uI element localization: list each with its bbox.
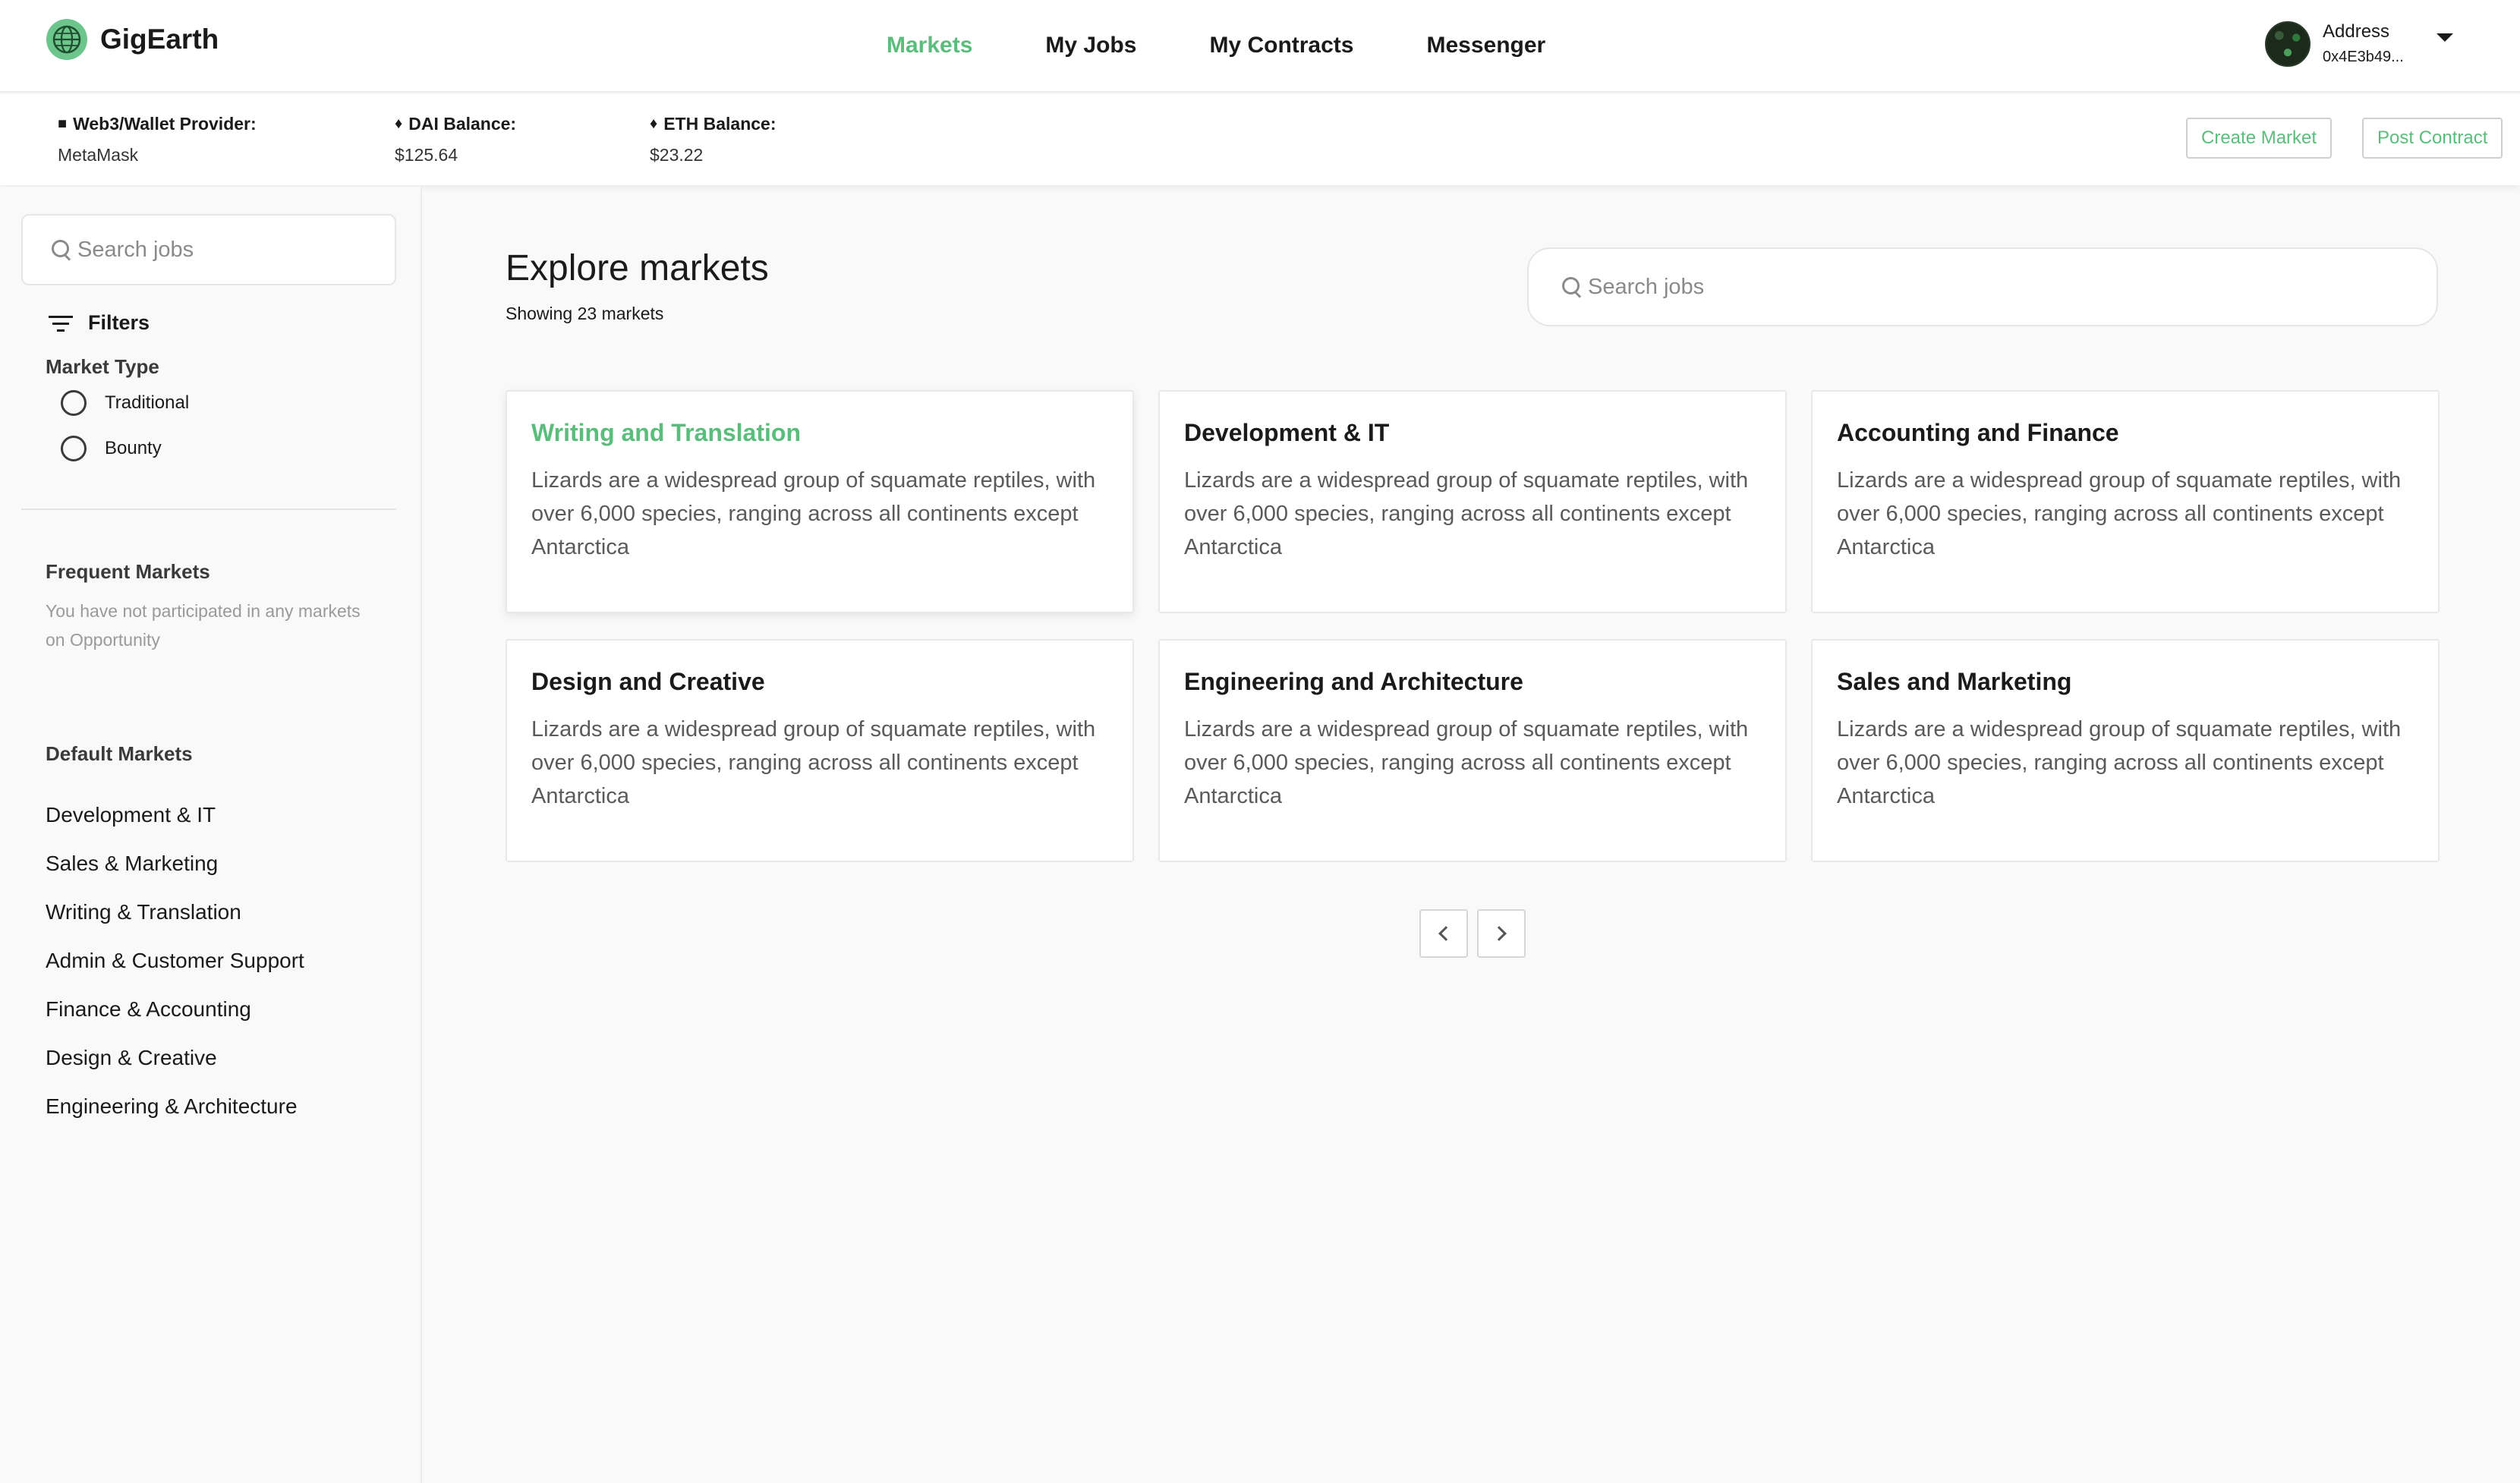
wallet-provider: ■ Web3/Wallet Provider: MetaMask bbox=[58, 114, 257, 165]
post-contract-button[interactable]: Post Contract bbox=[2362, 118, 2503, 159]
brand-name: GigEarth bbox=[100, 24, 219, 55]
default-market-item[interactable]: Finance & Accounting bbox=[46, 985, 304, 1034]
card-title: Accounting and Finance bbox=[1837, 419, 2119, 446]
card-title: Sales and Marketing bbox=[1837, 668, 2072, 695]
divider bbox=[21, 509, 396, 510]
filter-icon bbox=[49, 314, 73, 332]
ethereum-icon: ♦ bbox=[395, 115, 403, 132]
wallet-provider-value: MetaMask bbox=[58, 145, 139, 165]
default-market-item[interactable]: Sales & Marketing bbox=[46, 839, 304, 888]
top-header: GigEarth Markets My Jobs My Contracts Me… bbox=[0, 0, 2520, 93]
card-description: Lizards are a widespread group of squama… bbox=[531, 468, 1096, 559]
nav-my-contracts[interactable]: My Contracts bbox=[1209, 33, 1353, 58]
sidebar: Filters Market Type Traditional Bounty F… bbox=[0, 187, 422, 1483]
radio-circle-icon[interactable] bbox=[61, 436, 87, 461]
radio-bounty[interactable]: Bounty bbox=[61, 436, 162, 461]
ethereum-icon: ♦ bbox=[650, 115, 658, 132]
default-market-item[interactable]: Writing & Translation bbox=[46, 888, 304, 937]
main-search-input[interactable] bbox=[1588, 274, 2289, 300]
globe-logo-icon bbox=[46, 19, 87, 60]
eth-balance-value: $23.22 bbox=[650, 145, 704, 165]
account-dropdown-toggle[interactable] bbox=[2430, 27, 2461, 58]
card-description: Lizards are a widespread group of squama… bbox=[1184, 468, 1749, 559]
chevron-right-icon bbox=[1492, 926, 1507, 941]
main-search[interactable] bbox=[1527, 247, 2438, 326]
nav-markets[interactable]: Markets bbox=[887, 33, 972, 58]
card-title: Writing and Translation bbox=[531, 419, 801, 446]
card-title: Engineering and Architecture bbox=[1184, 668, 1523, 695]
pagination-prev-button[interactable] bbox=[1419, 909, 1468, 958]
market-type-heading: Market Type bbox=[46, 355, 159, 378]
create-market-button[interactable]: Create Market bbox=[2186, 118, 2333, 159]
filters-header[interactable]: Filters bbox=[49, 311, 150, 335]
frequent-markets-heading: Frequent Markets bbox=[46, 560, 210, 583]
eth-balance-label: ETH Balance: bbox=[663, 114, 776, 134]
card-description: Lizards are a widespread group of squama… bbox=[1837, 717, 2402, 808]
account-menu[interactable]: Address 0x4E3b49... bbox=[2265, 20, 2462, 68]
card-description: Lizards are a widespread group of squama… bbox=[1837, 468, 2402, 559]
radio-label: Traditional bbox=[105, 392, 190, 413]
default-markets-heading: Default Markets bbox=[46, 742, 193, 765]
wallet-bar: ■ Web3/Wallet Provider: MetaMask ♦ DAI B… bbox=[0, 94, 2520, 185]
default-markets-list: Development & IT Sales & Marketing Writi… bbox=[46, 791, 304, 1131]
search-icon bbox=[50, 238, 73, 261]
default-market-item[interactable]: Design & Creative bbox=[46, 1034, 304, 1082]
default-market-item[interactable]: Engineering & Architecture bbox=[46, 1082, 304, 1131]
sidebar-search-input[interactable] bbox=[77, 237, 354, 263]
main-nav: Markets My Jobs My Contracts Messenger bbox=[887, 29, 1618, 62]
dai-balance-label: DAI Balance: bbox=[408, 114, 517, 134]
market-count: Showing 23 markets bbox=[506, 304, 664, 323]
account-label: Address bbox=[2323, 21, 2390, 42]
card-title: Design and Creative bbox=[531, 668, 765, 695]
page-title: Explore markets bbox=[506, 248, 769, 288]
chevron-left-icon bbox=[1438, 926, 1454, 941]
dai-balance-value: $125.64 bbox=[395, 145, 458, 165]
pagination-next-button[interactable] bbox=[1477, 909, 1526, 958]
market-card-accounting-finance[interactable]: Accounting and Finance Lizards are a wid… bbox=[1811, 390, 2440, 613]
card-title: Development & IT bbox=[1184, 419, 1390, 446]
market-card-design-creative[interactable]: Design and Creative Lizards are a widesp… bbox=[506, 639, 1134, 862]
nav-my-jobs[interactable]: My Jobs bbox=[1045, 33, 1136, 58]
dai-balance: ♦ DAI Balance: $125.64 bbox=[395, 114, 516, 165]
radio-label: Bounty bbox=[105, 438, 162, 458]
market-card-engineering-architecture[interactable]: Engineering and Architecture Lizards are… bbox=[1158, 639, 1787, 862]
avatar[interactable] bbox=[2265, 21, 2311, 67]
brand[interactable]: GigEarth bbox=[46, 18, 219, 61]
card-description: Lizards are a widespread group of squama… bbox=[531, 717, 1096, 808]
default-market-item[interactable]: Admin & Customer Support bbox=[46, 937, 304, 985]
market-card-writing-translation[interactable]: Writing and Translation Lizards are a wi… bbox=[506, 390, 1134, 613]
caret-down-icon bbox=[2437, 33, 2453, 42]
filters-label: Filters bbox=[88, 311, 150, 334]
eth-balance: ♦ ETH Balance: $23.22 bbox=[650, 114, 776, 165]
market-card-development-it[interactable]: Development & IT Lizards are a widesprea… bbox=[1158, 390, 1787, 613]
frequent-markets-note: You have not participated in any markets… bbox=[46, 601, 361, 650]
card-description: Lizards are a widespread group of squama… bbox=[1184, 717, 1749, 808]
sidebar-search[interactable] bbox=[21, 214, 396, 285]
wallet-icon: ■ bbox=[58, 115, 68, 132]
nav-messenger[interactable]: Messenger bbox=[1426, 33, 1545, 58]
market-card-sales-marketing[interactable]: Sales and Marketing Lizards are a widesp… bbox=[1811, 639, 2440, 862]
wallet-provider-label: Web3/Wallet Provider: bbox=[73, 114, 257, 134]
radio-traditional[interactable]: Traditional bbox=[61, 390, 189, 416]
default-market-item[interactable]: Development & IT bbox=[46, 791, 304, 839]
radio-circle-icon[interactable] bbox=[61, 390, 87, 416]
account-address: 0x4E3b49... bbox=[2323, 49, 2404, 65]
search-icon bbox=[1561, 276, 1583, 298]
